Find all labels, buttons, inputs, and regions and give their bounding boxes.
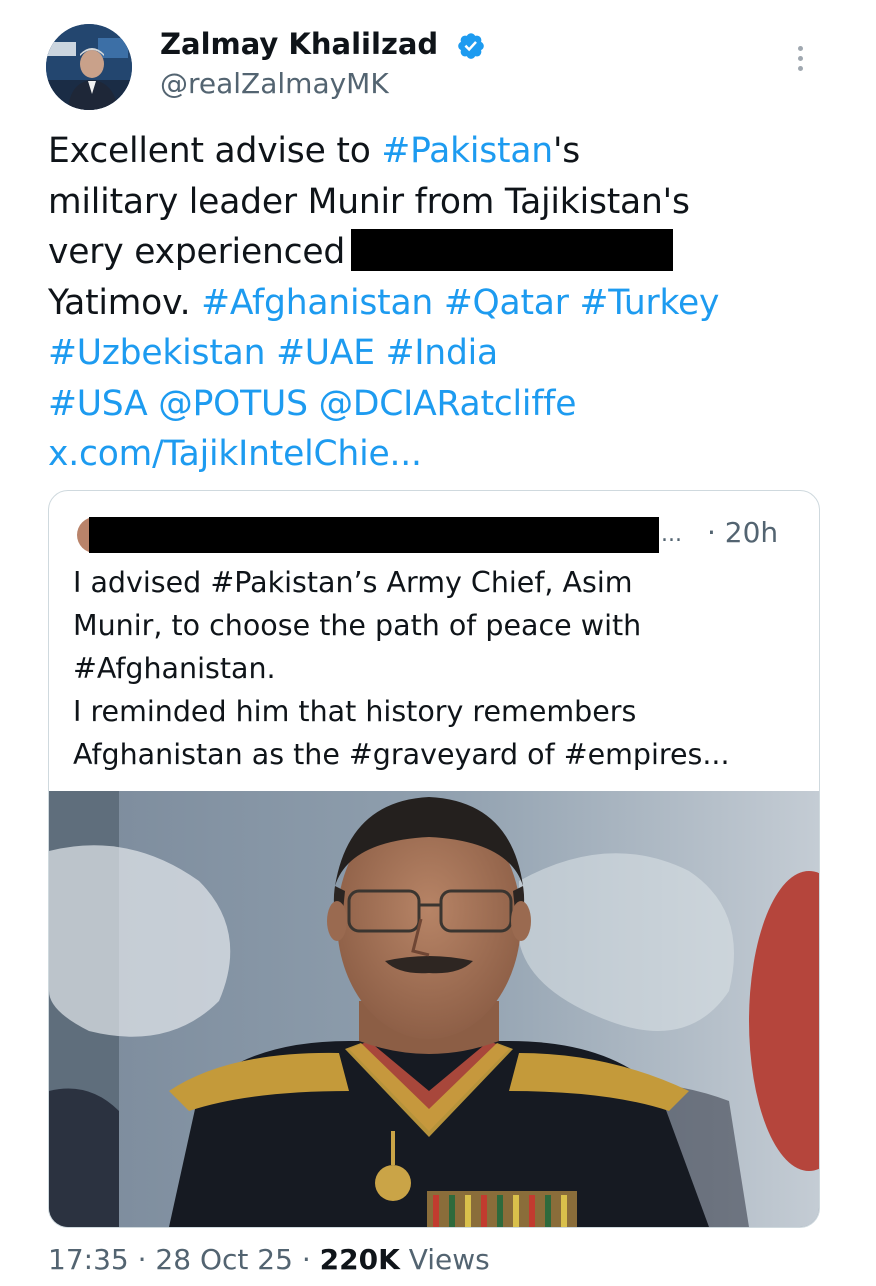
verified-badge-icon (458, 33, 484, 59)
tweet-line: Excellent advise to #Pakistan's (48, 126, 848, 177)
hashtag-link[interactable]: #USA (48, 384, 148, 424)
quoted-line: #Afghanistan. (73, 652, 276, 685)
post-date[interactable]: 28 Oct 25 (155, 1243, 292, 1276)
mention-link[interactable]: @POTUS (158, 384, 308, 424)
tweet-text-segment: Yatimov. (48, 282, 202, 323)
author-handle[interactable]: @realZalmayMK (160, 66, 389, 102)
post-time[interactable]: 17:35 (48, 1243, 129, 1276)
meta-separator: · (137, 1243, 147, 1276)
url-link[interactable]: x.com/TajikIntelChie... (48, 429, 848, 480)
redaction-bar (351, 229, 674, 271)
tweet-line: #USA @POTUS @DCIARatcliffe (48, 379, 848, 430)
tweet-line: military leader Munir from Tajikistan's (48, 181, 690, 222)
hashtag-link[interactable]: #Pakistan (381, 131, 553, 171)
quoted-line: Afghanistan as the #graveyard of #empire… (73, 738, 730, 771)
quoted-line: I advised #Pakistan’s Army Chief, Asim (73, 566, 633, 599)
views-count[interactable]: 220K (320, 1243, 400, 1276)
views-label: Views (408, 1243, 490, 1276)
hashtag-link[interactable]: #Qatar (444, 283, 569, 323)
tweet-line: #Uzbekistan #UAE #India (48, 328, 848, 379)
tweet-text: Excellent advise to #Pakistan's military… (48, 126, 848, 480)
quoted-line: Munir, to choose the path of peace with (73, 609, 642, 642)
quoted-media-photo[interactable] (49, 791, 819, 1227)
tweet-text-segment: Excellent advise to (48, 131, 382, 171)
hashtag-link[interactable]: #Afghanistan (201, 283, 433, 323)
meta-separator: · (301, 1243, 311, 1276)
hashtag-link[interactable]: #India (386, 333, 499, 373)
quoted-tweet-text: I advised #Pakistan’s Army Chief, Asim M… (73, 561, 803, 776)
hashtag-link[interactable]: #UAE (276, 333, 375, 373)
tweet-line: Yatimov. #Afghanistan #Qatar #Turkey (48, 278, 848, 329)
author-display-name[interactable]: Zalmay Khalilzad (160, 26, 438, 62)
quoted-timestamp[interactable]: · 20h (707, 513, 778, 553)
tweet-text-segment: very experienced (48, 232, 346, 272)
hashtag-link[interactable]: #Uzbekistan (48, 333, 265, 373)
more-options-icon[interactable] (786, 40, 814, 76)
author-avatar[interactable] (46, 24, 132, 110)
quoted-name-truncation: ... (661, 522, 682, 547)
tweet-meta: 17:35 · 28 Oct 25 · 220K Views (48, 1240, 490, 1280)
quoted-tweet-card[interactable]: ... · 20h I advised #Pakistan’s Army Chi… (48, 490, 820, 1228)
hashtag-link[interactable]: #Turkey (579, 283, 719, 323)
quoted-line: I reminded him that history remembers (73, 695, 637, 728)
mention-link[interactable]: @DCIARatcliffe (319, 384, 577, 424)
tweet-text-segment: 's (552, 131, 581, 171)
redaction-bar (89, 517, 659, 553)
tweet-line: very experienced (48, 227, 848, 278)
